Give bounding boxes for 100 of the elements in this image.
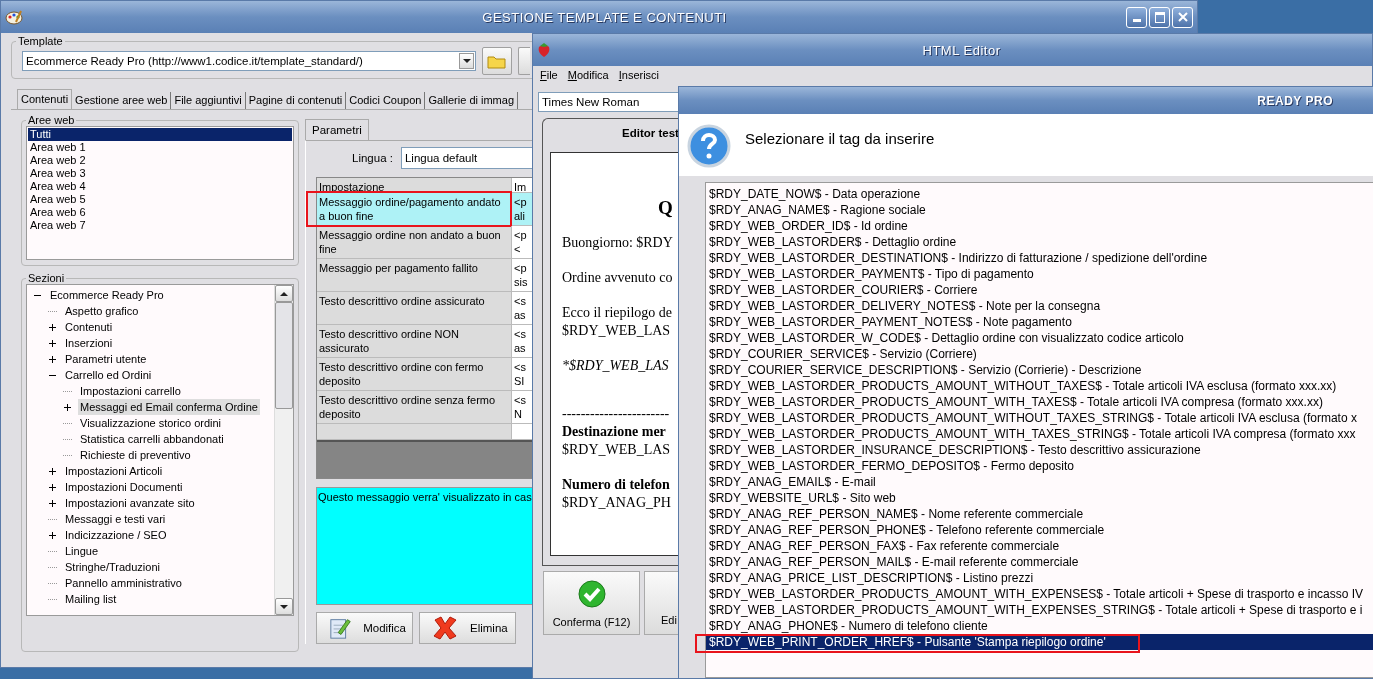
tree-item[interactable]: Mailing list <box>63 591 119 607</box>
tree-item[interactable]: Aspetto grafico <box>63 303 141 319</box>
list-item[interactable]: $RDY_ANAG_REF_PERSON_NAME$ - Nome referente commerciale <box>706 506 1373 522</box>
tab[interactable]: Pagine di contenuti <box>245 92 347 109</box>
document-heading: Q <box>658 199 673 217</box>
tree-item[interactable]: Impostazioni Articoli <box>63 463 165 479</box>
tree-item[interactable]: Ecommerce Ready Pro <box>48 287 166 303</box>
document-text: Destinazione mer <box>562 423 666 441</box>
list-item[interactable]: $RDY_WEB_LASTORDER_PRODUCTS_AMOUNT_WITH_TAXES$ - Totale articoli IVA compresa (formato xxx.xx) <box>706 394 1373 410</box>
close-button[interactable] <box>1172 6 1193 28</box>
list-item[interactable]: $RDY_ANAG_REF_PERSON_PHONE$ - Telefono referente commerciale <box>706 522 1373 538</box>
document-text: Ordine avvenuto co <box>562 269 673 287</box>
list-item[interactable]: Area web 5 <box>28 193 292 206</box>
tree-item[interactable]: Parametri utente <box>63 351 149 367</box>
expand-toggle[interactable] <box>48 482 57 492</box>
list-item[interactable]: $RDY_WEB_LASTORDER_PRODUCTS_AMOUNT_WITH_TAXES_STRING$ - Totale articoli IVA compresa (formato xxx <box>706 426 1373 442</box>
list-item[interactable]: Area web 4 <box>28 180 292 193</box>
tree-item[interactable]: Impostazioni carrello <box>78 383 183 399</box>
list-item[interactable]: $RDY_ANAG_EMAIL$ - E-mail <box>706 474 1373 490</box>
tree-item[interactable]: Contenuti <box>63 319 115 335</box>
list-item[interactable]: Tutti <box>28 128 292 141</box>
list-item[interactable]: Area web 1 <box>28 141 292 154</box>
document-text: Buongiorno: $RDY <box>562 234 673 252</box>
list-item[interactable]: $RDY_WEB_LASTORDER_PAYMENT_NOTES$ - Note pagamento <box>706 314 1373 330</box>
tree-item[interactable]: Carrello ed Ordini <box>63 367 154 383</box>
tree-item[interactable]: Messaggi e testi vari <box>63 511 168 527</box>
template-dropdown[interactable]: Ecommerce Ready Pro (http://www1.codice.it/template_standard/) <box>22 51 476 71</box>
list-item[interactable]: $RDY_COURIER_SERVICE$ - Servizio (Corriere) <box>706 346 1373 362</box>
list-item[interactable]: $RDY_WEB_LASTORDER_COURIER$ - Corriere <box>706 282 1373 298</box>
list-item[interactable]: $RDY_WEB_LASTORDER_PAYMENT$ - Tipo di pagamento <box>706 266 1373 282</box>
tree-item[interactable]: Impostazioni Documenti <box>63 479 185 495</box>
document-text: Numero di telefon <box>562 476 670 494</box>
menu-item[interactable]: File <box>540 69 558 81</box>
column-header: Im <box>512 178 533 192</box>
list-item[interactable]: $RDY_WEB_LASTORDER_PRODUCTS_AMOUNT_WITHOUT_TAXES$ - Totale articoli IVA esclusa (formato xxx.xx) <box>706 378 1373 394</box>
palette-icon <box>5 9 23 25</box>
minimize-button[interactable] <box>1126 6 1147 28</box>
list-item[interactable]: $RDY_WEB_LASTORDER_PRODUCTS_AMOUNT_WITH_EXPENSES$ - Totale articoli + Spese di trasporto e incasso IV <box>706 586 1373 602</box>
editor-button[interactable]: Edi <box>644 571 678 635</box>
menu-item[interactable]: Modifica <box>567 69 609 81</box>
expand-toggle[interactable] <box>48 322 57 332</box>
list-item[interactable]: $RDY_ANAG_PRICE_LIST_DESCRIPTION$ - Listino prezzi <box>706 570 1373 586</box>
tree-item[interactable]: Indicizzazione / SEO <box>63 527 169 543</box>
list-item[interactable]: $RDY_ANAG_REF_PERSON_FAX$ - Fax referente commerciale <box>706 538 1373 554</box>
edit-button[interactable]: Modifica <box>316 612 413 644</box>
tab[interactable]: Codici Coupon <box>346 92 426 109</box>
list-item[interactable]: $RDY_ANAG_NAME$ - Ragione sociale <box>706 202 1373 218</box>
list-item[interactable]: $RDY_WEBSITE_URL$ - Sito web <box>706 490 1373 506</box>
list-item[interactable]: Area web 6 <box>28 206 292 219</box>
tab[interactable]: File aggiuntivi <box>171 92 246 109</box>
scrollbar[interactable] <box>274 285 293 615</box>
tree-item[interactable]: Inserzioni <box>63 335 115 351</box>
list-item[interactable]: $RDY_ANAG_PHONE$ - Numero di telefono cliente <box>706 618 1373 634</box>
list-item[interactable]: $RDY_WEB_LASTORDER_DELIVERY_NOTES$ - Note per la consegna <box>706 298 1373 314</box>
list-item[interactable]: $RDY_WEB_LASTORDER_PRODUCTS_AMOUNT_WITH_EXPENSES_STRING$ - Totale articoli + Spese di trasporto e i <box>706 602 1373 618</box>
list-item[interactable]: $RDY_WEB_LASTORDER_PRODUCTS_AMOUNT_WITHOUT_TAXES_STRING$ - Totale articoli IVA esclusa (formato x <box>706 410 1373 426</box>
list-item[interactable]: $RDY_WEB_LASTORDER_FERMO_DEPOSITO$ - Fermo deposito <box>706 458 1373 474</box>
list-item[interactable]: Area web 2 <box>28 154 292 167</box>
expand-toggle[interactable] <box>48 466 57 476</box>
panel-title: Editor test <box>622 127 678 139</box>
tree-item[interactable]: Statistica carrelli abbandonati <box>78 431 226 447</box>
expand-toggle[interactable] <box>48 530 57 540</box>
list-item[interactable]: $RDY_WEB_LASTORDER_W_CODE$ - Dettaglio ordine con visualizzato codice articolo <box>706 330 1373 346</box>
tree-item[interactable]: Pannello amministrativo <box>63 575 184 591</box>
list-item[interactable]: $RDY_WEB_LASTORDER_DESTINATION$ - Indirizzo di fatturazione / spedizione dell'ordine <box>706 250 1373 266</box>
table-cell: <s as <box>512 292 533 324</box>
table-cell: <s as <box>512 325 533 357</box>
tree-item[interactable]: Messaggi ed Email conferma Ordine <box>78 399 260 415</box>
tab[interactable]: Parametri <box>305 119 369 140</box>
tree-item[interactable]: Visualizzazione storico ordini <box>78 415 224 431</box>
expand-toggle[interactable] <box>48 498 57 508</box>
list-item[interactable]: $RDY_WEB_LASTORDER_INSURANCE_DESCRIPTION$ - Testo descrittivo assicurazione <box>706 442 1373 458</box>
expand-toggle[interactable] <box>48 354 57 364</box>
tree-item[interactable]: Richieste di preventivo <box>78 447 193 463</box>
list-item[interactable]: $RDY_WEB_ORDER_ID$ - Id ordine <box>706 218 1373 234</box>
expand-toggle[interactable] <box>63 402 72 412</box>
tab[interactable]: Gestione aree web <box>72 92 172 109</box>
list-item[interactable]: $RDY_COURIER_SERVICE_DESCRIPTION$ - Servizio (Corrierie) - Descrizione <box>706 362 1373 378</box>
tree-item[interactable]: Stringhe/Traduzioni <box>63 559 162 575</box>
confirm-button[interactable]: Conferma (F12) <box>543 571 640 635</box>
list-item[interactable]: Area web 3 <box>28 167 292 180</box>
tree-item[interactable]: Impostazioni avanzate sito <box>63 495 197 511</box>
document-text: Ecco il riepilogo de <box>562 304 673 322</box>
list-item[interactable]: $RDY_DATE_NOW$ - Data operazione <box>706 186 1373 202</box>
tab[interactable]: Contenuti <box>17 89 73 109</box>
table-cell: <s N <box>512 391 533 423</box>
list-item[interactable]: $RDY_WEB_PRINT_ORDER_HREF$ - Pulsante 'Stampa riepilogo ordine' <box>706 634 1373 650</box>
language-dropdown[interactable]: Lingua default <box>400 147 533 169</box>
list-item[interactable]: $RDY_ANAG_REF_PERSON_MAIL$ - E-mail referente commerciale <box>706 554 1373 570</box>
tab[interactable]: Gallerie di immag <box>425 92 519 109</box>
maximize-button[interactable] <box>1149 6 1170 28</box>
list-item[interactable]: $RDY_WEB_LASTORDER$ - Dettaglio ordine <box>706 234 1373 250</box>
list-item[interactable]: Area web 7 <box>28 219 292 232</box>
window-title: READY PRO <box>1257 93 1333 108</box>
tree-item[interactable]: Lingue <box>63 543 101 559</box>
menu-item[interactable]: Inserisci <box>618 69 660 81</box>
expand-toggle[interactable] <box>48 338 57 348</box>
delete-button[interactable]: Elimina <box>419 612 516 644</box>
document-area[interactable]: Q Buongiorno: $RDY Ordine avvenuto co Ecco il riepilogo de $RDY_WEB_LAS *$RDY_WEB_LAS ----------------------- Destinazione mer $RDY_WEB_LAS Numero di telefon $RDY_ANAG_PH <box>550 152 678 556</box>
close-icon <box>1177 12 1188 22</box>
